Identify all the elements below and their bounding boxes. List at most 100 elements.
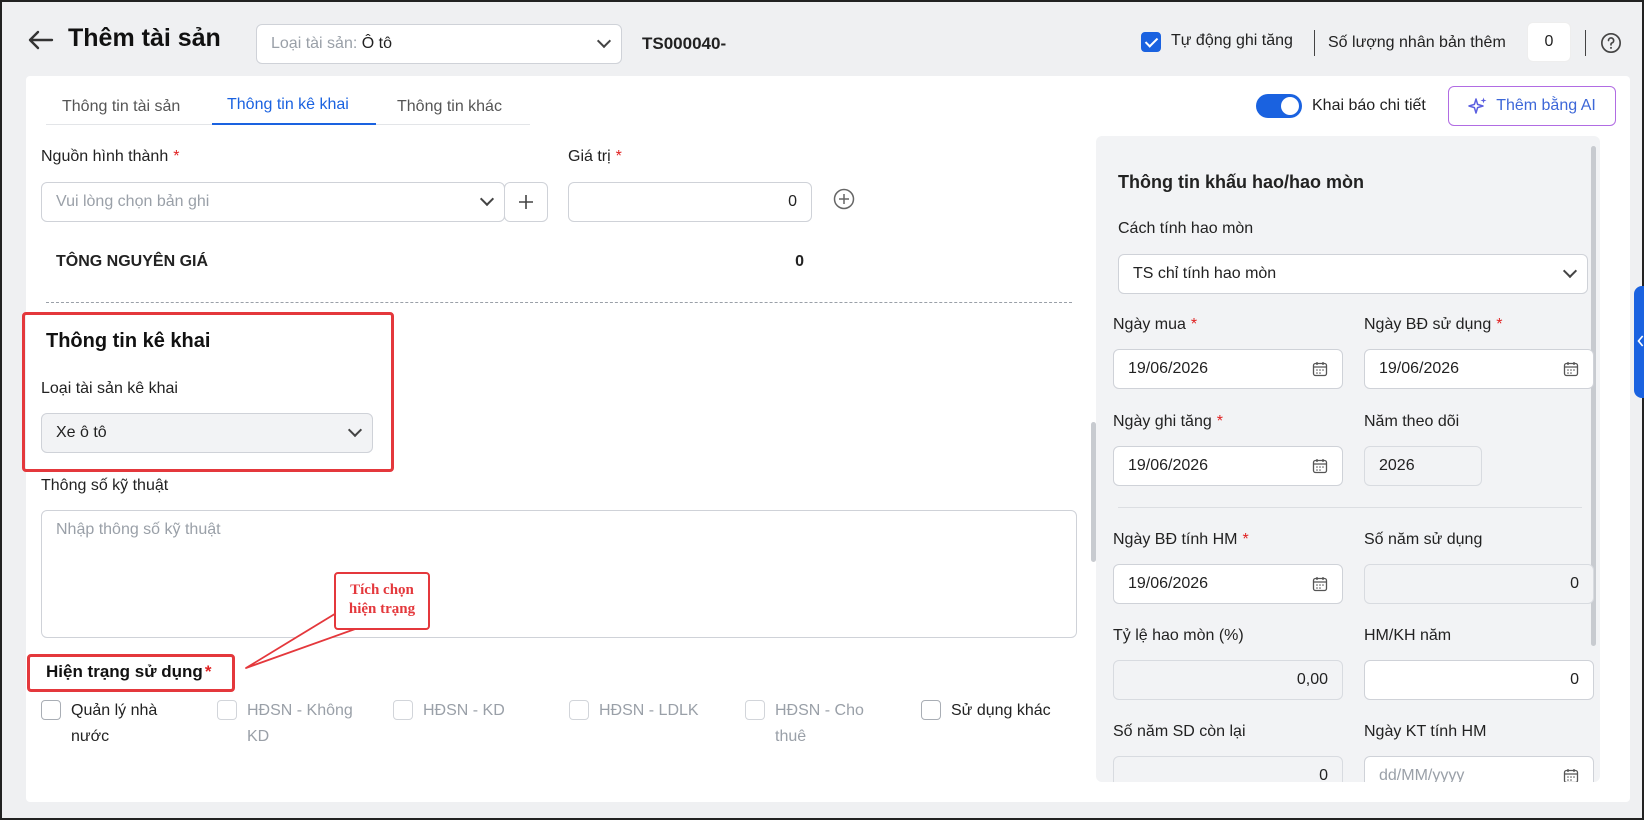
usage-checkbox[interactable] (921, 700, 941, 720)
declaration-section-title: Thông tin kê khai (46, 330, 211, 352)
calendar-icon[interactable] (1312, 576, 1328, 592)
declaration-type-select[interactable]: Xe ô tô (41, 413, 373, 453)
rate-input: 0,00 (1113, 660, 1343, 700)
annotation-callout: Tích chọn hiện trạng (334, 572, 430, 630)
end-date-label: Ngày KT tính HM (1364, 723, 1487, 740)
specs-textarea[interactable]: Nhập thông số kỹ thuật (41, 510, 1077, 638)
dep-start-input[interactable]: 19/06/2026 (1113, 564, 1343, 604)
required-mark: * (1496, 316, 1503, 333)
header-divider (1314, 30, 1315, 56)
usage-option-label-1: Sử dụng khác (951, 702, 1051, 719)
usage-option-business[interactable]: HĐSN - KD (393, 698, 563, 750)
use-start-value: 19/06/2026 (1379, 360, 1460, 377)
increase-date-value: 19/06/2026 (1128, 457, 1209, 474)
dep-start-value: 19/06/2026 (1128, 575, 1209, 592)
chevron-down-icon (479, 191, 495, 207)
add-source-button[interactable] (504, 182, 548, 222)
purchase-date-label-text: Ngày mua (1113, 316, 1186, 333)
purchase-date-input[interactable]: 19/06/2026 (1113, 349, 1343, 389)
total-cost-value: 0 (795, 253, 804, 270)
declaration-type-value: Xe ô tô (56, 424, 107, 441)
help-icon[interactable] (1600, 32, 1622, 54)
increase-date-input[interactable]: 19/06/2026 (1113, 446, 1343, 486)
usage-option-label-1: Quản lý nhà (71, 702, 158, 719)
depreciation-panel: Thông tin khấu hao/hao mòn Cách tính hao… (1096, 136, 1600, 782)
usage-option-label-1: HĐSN - Không (247, 702, 353, 719)
asset-type-prefix: Loại tài sản: (271, 35, 362, 52)
usage-option-state-management[interactable]: Quản lý nhà nước (41, 698, 211, 750)
asset-type-select[interactable]: Loại tài sản: Ô tô (256, 24, 622, 64)
required-mark: * (615, 148, 622, 165)
calendar-icon[interactable] (1563, 768, 1579, 782)
required-mark: * (1216, 413, 1223, 430)
source-placeholder: Vui lòng chọn bản ghi (56, 193, 210, 210)
increase-date-label-text: Ngày ghi tăng (1113, 413, 1212, 430)
asset-code: TS000040- (642, 34, 727, 53)
active-tab-indicator (212, 123, 376, 125)
sparkle-icon (1468, 97, 1487, 114)
usage-option-joint-venture[interactable]: HĐSN - LDLK (569, 698, 739, 750)
purchase-date-value: 19/06/2026 (1128, 360, 1209, 377)
increase-date-label: Ngày ghi tăng * (1113, 413, 1223, 431)
years-use-label: Số năm sử dụng (1364, 531, 1483, 548)
usage-checkbox[interactable] (569, 700, 589, 720)
value-label-text: Giá trị (568, 148, 611, 165)
value-label: Giá trị * (568, 148, 622, 166)
declaration-type-label: Loại tài sản kê khai (41, 380, 178, 397)
calendar-icon[interactable] (1312, 361, 1328, 377)
add-with-ai-button[interactable]: Thêm bằng AI (1448, 86, 1616, 126)
use-start-label: Ngày BĐ sử dụng * (1364, 316, 1502, 334)
required-mark: * (173, 148, 180, 165)
usage-checkbox[interactable] (41, 700, 61, 720)
auto-increase-checkbox[interactable] (1141, 32, 1161, 52)
detail-declaration-toggle[interactable] (1256, 94, 1302, 118)
use-start-label-text: Ngày BĐ sử dụng (1364, 316, 1492, 333)
usage-option-lease[interactable]: HĐSN - Cho thuê (745, 698, 915, 750)
value-input[interactable]: 0 (568, 182, 812, 222)
page-title: Thêm tài sản (68, 24, 221, 52)
remaining-years-label: Số năm SD còn lại (1113, 723, 1246, 740)
tab-asset-info[interactable]: Thông tin tài sản (62, 98, 180, 116)
depreciation-divider (1118, 507, 1582, 508)
add-circle-icon[interactable] (833, 188, 855, 210)
usage-checkbox[interactable] (745, 700, 765, 720)
chevron-down-icon (596, 33, 612, 49)
remaining-years-input: 0 (1113, 756, 1343, 782)
tracking-year-label: Năm theo dõi (1364, 413, 1460, 430)
required-mark: * (1242, 531, 1249, 548)
usage-option-label-2: nước (71, 728, 110, 745)
source-label: Nguồn hình thành * (41, 148, 179, 166)
calendar-icon[interactable] (1563, 361, 1579, 377)
end-date-input[interactable]: dd/MM/yyyy (1364, 756, 1594, 782)
annual-input[interactable]: 0 (1364, 660, 1594, 700)
method-label: Cách tính hao mòn (1118, 220, 1254, 237)
depreciation-title: Thông tin khấu hao/hao mòn (1118, 172, 1364, 192)
dep-start-label-text: Ngày BĐ tính HM (1113, 531, 1238, 548)
usage-checkbox[interactable] (217, 700, 237, 720)
tab-declaration-info[interactable]: Thông tin kê khai (227, 96, 349, 114)
usage-option-non-business[interactable]: HĐSN - Không KD (217, 698, 387, 750)
use-start-input[interactable]: 19/06/2026 (1364, 349, 1594, 389)
section-divider (46, 302, 1072, 303)
usage-checkbox[interactable] (393, 700, 413, 720)
end-date-placeholder: dd/MM/yyyy (1379, 767, 1465, 782)
callout-line-1: Tích chọn (350, 582, 414, 598)
years-use-input: 0 (1364, 564, 1594, 604)
usage-title-text: Hiện trạng sử dụng (46, 662, 203, 681)
chevron-down-icon (1562, 263, 1578, 279)
auto-increase-label: Tự động ghi tăng (1171, 32, 1293, 49)
usage-option-other[interactable]: Sử dụng khác (921, 698, 1091, 750)
add-with-ai-label: Thêm bằng AI (1496, 97, 1596, 114)
calendar-icon[interactable] (1312, 458, 1328, 474)
annual-label: HM/KH năm (1364, 627, 1452, 644)
tab-other-info[interactable]: Thông tin khác (397, 98, 502, 116)
app-window: Thêm tài sản Loại tài sản: Ô tô TS000040… (0, 0, 1644, 820)
specs-label: Thông số kỹ thuật (41, 477, 169, 494)
method-select[interactable]: TS chỉ tính hao mòn (1118, 254, 1588, 294)
usage-option-label-2: thuê (775, 728, 807, 745)
source-select[interactable]: Vui lòng chọn bản ghi (41, 182, 505, 222)
duplicate-count-input[interactable]: 0 (1527, 22, 1571, 62)
back-arrow-icon[interactable] (26, 28, 54, 52)
side-panel-toggle[interactable] (1634, 286, 1644, 398)
detail-declaration-label: Khai báo chi tiết (1312, 97, 1426, 114)
